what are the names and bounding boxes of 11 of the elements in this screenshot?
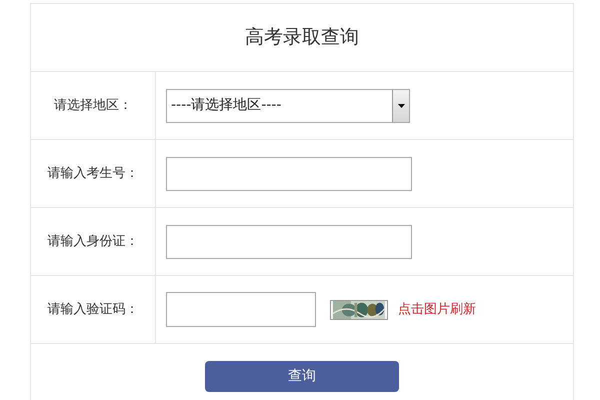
input-field[interactable] xyxy=(166,224,412,258)
region-select[interactable]: ----请选择地区---- xyxy=(166,88,410,122)
form-title: 高考录取查询 xyxy=(245,25,359,50)
field-label: 请选择地区： xyxy=(54,96,132,115)
field-label: 请输入验证码： xyxy=(48,300,138,319)
refresh-link[interactable]: 点击图片刷新 xyxy=(398,300,476,320)
input-field[interactable] xyxy=(166,292,316,327)
input-field[interactable] xyxy=(166,156,412,190)
field-label: 请输入考生号： xyxy=(48,164,138,183)
query-button[interactable]: 查询 xyxy=(205,361,399,392)
field-label: 请输入身份证： xyxy=(48,232,138,251)
